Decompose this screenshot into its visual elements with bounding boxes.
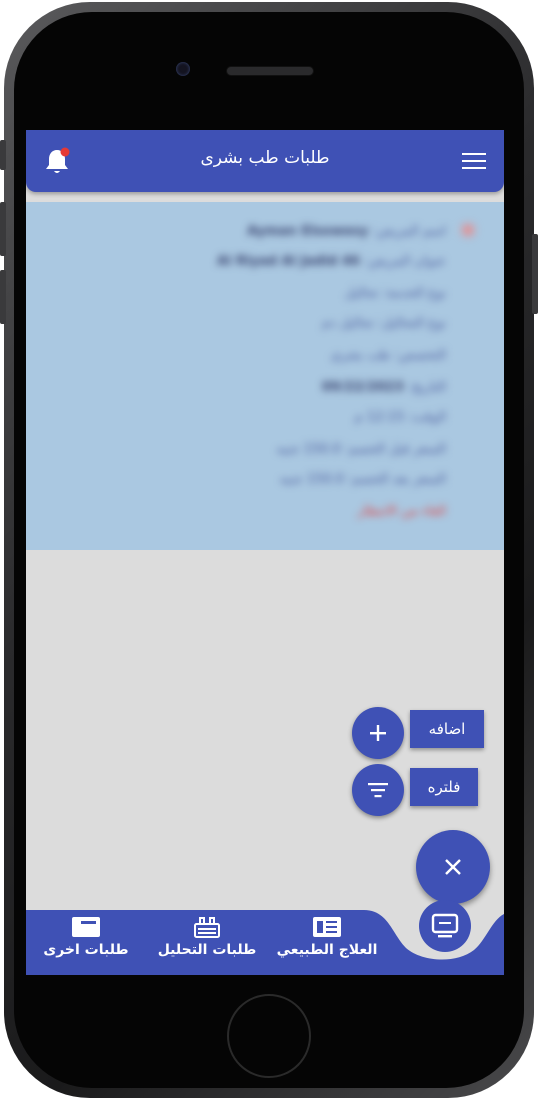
earpiece-speaker	[226, 66, 314, 76]
bottom-navigation: العلاج الطبيعي طلبات التحليل طلبات اخرى	[26, 900, 504, 975]
front-camera	[176, 62, 190, 76]
price-after-discount-line: السعر بعد الخصم: 150.0 جنيه	[279, 472, 446, 487]
add-fab-button[interactable]	[352, 707, 404, 759]
monitor-icon	[431, 913, 459, 938]
filter-fab-button[interactable]	[352, 764, 404, 816]
price-before-discount-line: السعر قبل الخصم: 150.0 جنيه	[276, 442, 446, 457]
nav-item-other-requests-label: طلبات اخرى	[43, 942, 129, 958]
home-button[interactable]	[227, 994, 311, 1078]
document-icon	[313, 917, 341, 937]
power-button	[532, 234, 538, 314]
cancel-mark-icon	[462, 224, 474, 236]
patient-name-line: اسم المريض: Ayman Elsowesy	[247, 224, 446, 239]
nav-item-lab-requests-label: طلبات التحليل	[157, 942, 257, 958]
volume-down-button	[0, 270, 6, 324]
hamburger-menu-icon[interactable]	[462, 153, 486, 169]
service-type-line: نوع الخدمة: تحاليل	[344, 286, 446, 301]
nav-item-physiotherapy[interactable]: العلاج الطبيعي	[272, 916, 382, 958]
nav-item-other-requests[interactable]: طلبات اخرى	[38, 916, 134, 958]
app-bar: طلبات طب بشرى	[26, 130, 504, 192]
analysis-type-line: نوع التحاليل: تحاليل دم	[322, 316, 446, 331]
page-title: طلبات طب بشرى	[200, 148, 330, 168]
close-fab-button[interactable]	[416, 830, 490, 904]
request-card[interactable]: اسم المريض: Ayman Elsowesy عنوان المريض:…	[26, 202, 504, 550]
mute-switch	[0, 140, 6, 170]
specialty-line: التخصص: طب بشري	[330, 348, 446, 363]
date-line: التاريخ: 09/22/2023	[321, 380, 446, 395]
nav-item-physiotherapy-label: العلاج الطبيعي	[276, 942, 378, 958]
nav-item-lab-requests[interactable]: طلبات التحليل	[152, 916, 262, 958]
volume-up-button	[0, 202, 6, 256]
patient-address-line: عنوان المريض: Al Riyad Al Jadid 46	[217, 254, 446, 269]
nav-center-button[interactable]	[419, 900, 471, 952]
cancel-waiting-link[interactable]: الغاء من الانتظار	[357, 504, 446, 519]
plus-icon	[370, 725, 386, 741]
card-icon	[72, 917, 100, 937]
lab-icon	[194, 917, 220, 938]
app-screen: طلبات طب بشرى اسم المريض: Ayman Elsowesy…	[26, 130, 504, 975]
close-icon	[445, 859, 461, 875]
time-line: الوقت: 12:15 م	[354, 410, 446, 425]
card-content-blurred: اسم المريض: Ayman Elsowesy عنوان المريض:…	[26, 202, 504, 550]
filter-icon	[368, 783, 388, 798]
filter-label-button[interactable]: فلتره	[410, 768, 478, 806]
add-label-button[interactable]: اضافه	[410, 710, 484, 748]
